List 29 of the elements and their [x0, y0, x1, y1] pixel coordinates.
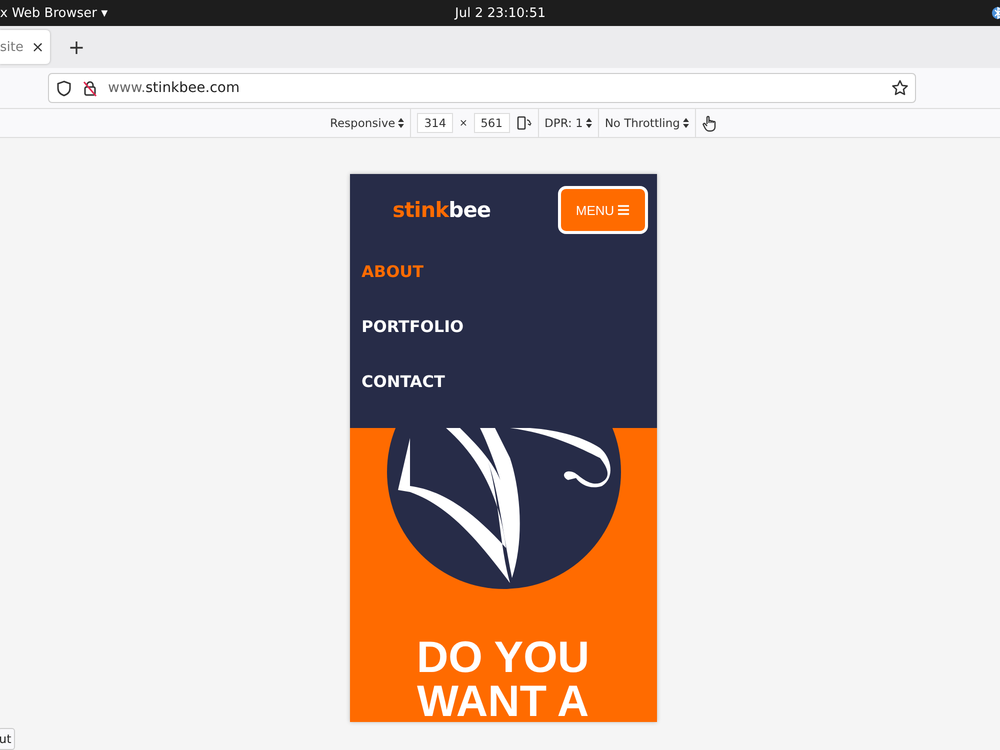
touch-hand-icon[interactable] — [702, 114, 716, 132]
times-sign: × — [459, 118, 468, 128]
nav-link[interactable]: PORTFOLIO — [350, 299, 656, 354]
site-logo[interactable]: stinkbee — [392, 198, 491, 222]
height-field[interactable]: 561 — [474, 113, 510, 133]
dpr-selector[interactable]: DPR: 1 — [544, 116, 592, 130]
device-selector[interactable]: Responsive — [330, 116, 404, 130]
clock[interactable]: Jul 2 23:10:51 — [455, 6, 546, 20]
status-tooltip: ut — [0, 728, 16, 750]
address-bar[interactable]: www.stinkbee.com — [48, 73, 916, 103]
up-down-caret-icon — [586, 118, 592, 128]
hero-heading: DO YOU WANT A — [416, 636, 590, 722]
up-down-caret-icon — [682, 118, 689, 128]
nav-link[interactable]: ABOUT — [350, 244, 656, 299]
up-down-caret-icon — [398, 118, 404, 128]
width-field[interactable]: 314 — [417, 113, 454, 133]
star-icon[interactable] — [891, 79, 909, 97]
new-tab-button[interactable]: + — [64, 35, 89, 59]
rotate-device-icon[interactable] — [516, 115, 532, 131]
url-text: www.stinkbee.com — [108, 80, 240, 96]
menu-icon — [618, 205, 630, 215]
close-tab-button[interactable]: × — [31, 38, 44, 56]
browser-tab[interactable]: site × — [0, 30, 50, 64]
insecure-lock-icon[interactable] — [82, 80, 98, 96]
tab-title: site — [0, 40, 24, 54]
nav-link[interactable]: CONTACT — [350, 354, 656, 409]
shield-icon[interactable] — [56, 80, 72, 96]
throttling-selector[interactable]: No Throttling — [604, 116, 689, 130]
app-menu[interactable]: x Web Browser ▾ — [0, 6, 108, 20]
